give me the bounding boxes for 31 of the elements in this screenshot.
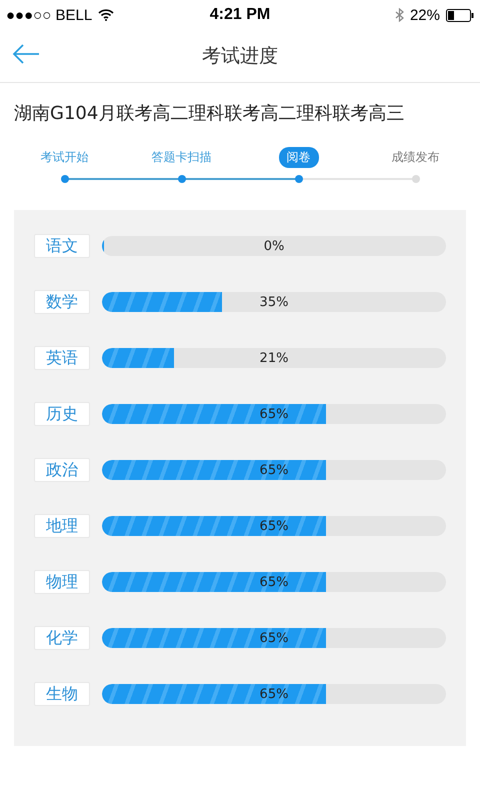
- subject-label: 物理: [34, 570, 90, 594]
- progress-percent: 65%: [260, 574, 288, 590]
- subject-label: 政治: [34, 458, 90, 482]
- clock-time: 4:21 PM: [210, 6, 270, 24]
- subject-label: 数学: [34, 290, 90, 314]
- progress-percent: 65%: [260, 462, 288, 478]
- battery-percent: 22%: [410, 6, 440, 24]
- step-label: 答题卡扫描: [150, 149, 212, 166]
- subject-label: 英语: [34, 346, 90, 370]
- progress-percent: 21%: [260, 350, 288, 366]
- step-label: 成绩发布: [390, 149, 440, 166]
- carrier-text: ●●●○○ BELL: [6, 6, 92, 24]
- progress-percent: 65%: [260, 406, 288, 422]
- subject-label: 地理: [34, 514, 90, 538]
- bluetooth-icon: [394, 8, 404, 22]
- progress-percent: 65%: [260, 630, 288, 646]
- exam-name: 湖南G104月联考高二理科联考高二理科联考高三: [13, 102, 406, 126]
- wifi-icon: [98, 9, 114, 21]
- subject-label: 语文: [34, 234, 90, 258]
- page-title: 考试进度: [202, 44, 278, 69]
- subject-label: 历史: [34, 402, 90, 426]
- step-label: 阅卷: [278, 147, 318, 168]
- progress-percent: 35%: [260, 294, 288, 310]
- progress-percent: 0%: [264, 238, 284, 254]
- step-label: 考试开始: [40, 149, 90, 166]
- back-button[interactable]: [12, 44, 40, 64]
- battery-icon: [446, 8, 474, 22]
- subject-label: 生物: [34, 682, 90, 706]
- subject-label: 化学: [34, 626, 90, 650]
- progress-percent: 65%: [260, 518, 288, 534]
- progress-percent: 65%: [260, 686, 288, 702]
